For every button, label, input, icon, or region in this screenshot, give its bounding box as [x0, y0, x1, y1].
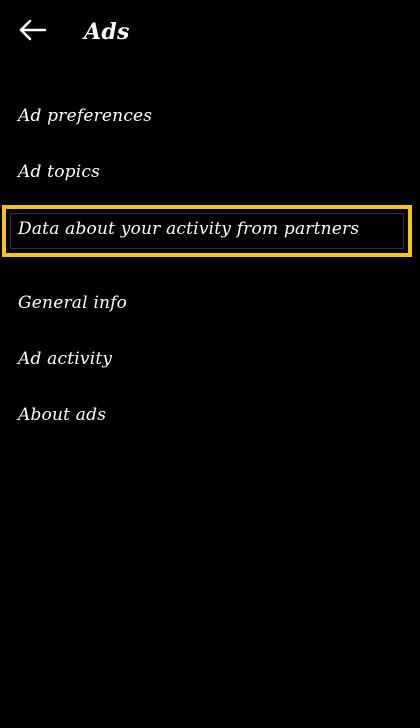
- arrow-left-icon: [17, 19, 47, 45]
- menu-item-general-info[interactable]: General info: [18, 290, 127, 316]
- menu-item-data-about-activity-from-partners[interactable]: Data about your activity from partners: [18, 216, 359, 242]
- page-title: Ads: [84, 19, 130, 45]
- menu-item-ad-preferences[interactable]: Ad preferences: [18, 103, 152, 129]
- back-button[interactable]: [14, 14, 50, 50]
- menu-item-ad-activity[interactable]: Ad activity: [18, 346, 112, 372]
- app-bar: Ads: [0, 0, 420, 64]
- menu-item-ad-topics[interactable]: Ad topics: [18, 159, 100, 185]
- menu-item-about-ads[interactable]: About ads: [18, 402, 106, 428]
